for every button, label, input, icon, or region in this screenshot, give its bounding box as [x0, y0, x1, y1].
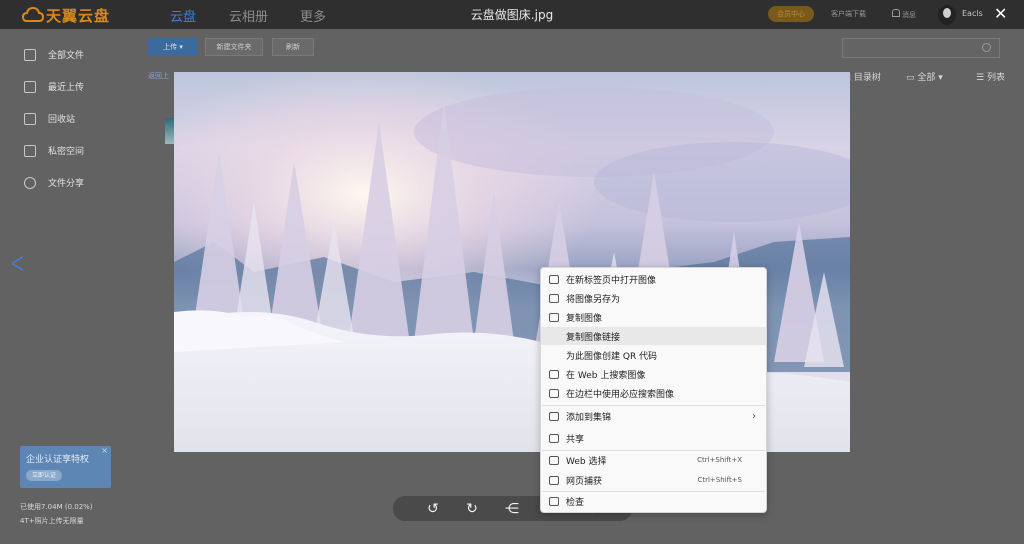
- sidebar-item-private-space[interactable]: 私密空间: [24, 144, 84, 157]
- rotate-left-icon[interactable]: ↺: [424, 500, 442, 518]
- back-link[interactable]: 返回上: [148, 71, 169, 81]
- user-name[interactable]: Eacls: [962, 9, 983, 18]
- messages-label: 消息: [902, 11, 916, 19]
- close-preview-icon[interactable]: ✕: [994, 4, 1007, 23]
- menu-item-web-select[interactable]: Web 选择 Ctrl+Shift+X: [541, 451, 766, 469]
- sidebar-item-recent-upload[interactable]: 最近上传: [24, 80, 84, 93]
- list-view-toggle[interactable]: ☰ 列表: [976, 70, 1005, 83]
- banner-title: 企业认证享特权: [26, 455, 90, 465]
- file-title: 云盘做图床.jpg: [470, 8, 554, 22]
- menu-item-label: 复制图像链接: [566, 332, 621, 343]
- sidebar-item-label: 最近上传: [48, 83, 85, 93]
- menu-separator: [542, 405, 765, 406]
- nav-cloud-disk[interactable]: 云盘: [170, 6, 196, 25]
- web-search-icon: [549, 369, 559, 379]
- vip-center-button[interactable]: 会员中心: [768, 6, 814, 22]
- menu-item-label: 在 Web 上搜索图像: [566, 370, 646, 381]
- sidebar-item-label: 私密空间: [48, 147, 85, 157]
- lock-icon: [24, 144, 36, 157]
- storage-used: 已使用7.04M (0.02%): [20, 503, 93, 511]
- share-icon: [24, 176, 36, 189]
- share-icon: [549, 433, 559, 443]
- preview-title-bar: 云盘做图床.jpg: [0, 6, 1024, 23]
- menu-item-inspect[interactable]: 检查: [541, 492, 766, 510]
- menu-item-shortcut: Ctrl+Shift+X: [697, 456, 742, 464]
- menu-item-label: 网页捕获: [566, 476, 603, 487]
- search-icon[interactable]: [982, 43, 991, 52]
- menu-item-open-new-tab[interactable]: 在新标签页中打开图像: [541, 270, 766, 288]
- menu-item-label: 将图像另存为: [566, 294, 621, 305]
- sidebar-item-file-share[interactable]: 文件分享: [24, 176, 84, 189]
- menu-item-search-web[interactable]: 在 Web 上搜索图像: [541, 365, 766, 383]
- top-bar: 天翼云盘 云盘 云相册 更多 云盘做图床.jpg 会员中心 客户端下载 消息 E…: [0, 0, 1024, 29]
- menu-item-create-qr-code[interactable]: 为此图像创建 QR 代码: [541, 346, 766, 364]
- certify-now-button[interactable]: 立即认证: [26, 470, 63, 481]
- copy-image-icon: [549, 312, 559, 322]
- search-input[interactable]: [842, 38, 1000, 58]
- recent-upload-icon: [24, 80, 36, 93]
- menu-item-label: 在新标签页中打开图像: [566, 275, 657, 286]
- open-new-tab-icon: [549, 274, 559, 284]
- trash-icon: [24, 112, 36, 125]
- sidebar-item-label: 回收站: [48, 115, 76, 125]
- menu-item-label: Web 选择: [566, 456, 607, 467]
- sidebar-item-label: 文件分享: [48, 179, 85, 189]
- avatar[interactable]: [938, 5, 956, 25]
- share-icon[interactable]: ⋲: [503, 500, 521, 518]
- refresh-button[interactable]: 刷新: [272, 38, 314, 56]
- nav-cloud-album[interactable]: 云相册: [229, 6, 268, 25]
- menu-item-label: 检查: [566, 497, 585, 508]
- menu-item-label: 复制图像: [566, 313, 603, 324]
- previous-image-icon[interactable]: <: [10, 246, 25, 281]
- menu-item-add-to-collections[interactable]: 添加到集锦 ›: [541, 407, 766, 425]
- chevron-down-icon: ▾: [935, 73, 943, 83]
- all-filter-label: 全部: [917, 73, 936, 83]
- all-filter-dropdown[interactable]: ▭ 全部 ▾: [906, 70, 943, 83]
- collections-icon: [549, 411, 559, 421]
- menu-item-shortcut: Ctrl+Shift+S: [697, 476, 742, 484]
- context-menu: 在新标签页中打开图像 将图像另存为 复制图像 复制图像链接 为此图像创建 QR …: [540, 267, 767, 513]
- logo-text: 天翼云盘: [46, 6, 111, 25]
- folder-icon: ▭: [906, 73, 918, 83]
- dir-tree-label: 目录树: [853, 73, 881, 83]
- chevron-right-icon: ›: [752, 410, 756, 422]
- rotate-right-icon[interactable]: ↻: [463, 500, 481, 518]
- cloud-logo-icon: [22, 7, 44, 22]
- client-download-link[interactable]: 客户端下载: [831, 9, 866, 19]
- menu-item-save-image-as[interactable]: 将图像另存为: [541, 289, 766, 307]
- menu-item-copy-image[interactable]: 复制图像: [541, 308, 766, 326]
- nav-more[interactable]: 更多: [300, 6, 326, 25]
- menu-item-label: 共享: [566, 434, 585, 445]
- menu-item-label: 添加到集锦: [566, 412, 612, 423]
- web-select-icon: [549, 455, 559, 465]
- file-icon: [24, 48, 36, 61]
- menu-item-share[interactable]: 共享: [541, 429, 766, 447]
- enterprise-banner[interactable]: 企业认证享特权 立即认证 ×: [20, 446, 111, 488]
- chevron-down-icon: ▾: [179, 43, 183, 51]
- sidebar-search-icon: [549, 388, 559, 398]
- list-icon: ☰: [976, 73, 987, 83]
- dir-tree-toggle[interactable]: ▯ 目录树: [846, 70, 881, 83]
- menu-item-label: 在边栏中使用必应搜索图像: [566, 389, 675, 400]
- inspect-icon: [549, 496, 559, 506]
- new-folder-button[interactable]: 新建文件夹: [205, 38, 263, 56]
- menu-item-copy-image-link[interactable]: 复制图像链接: [541, 327, 766, 345]
- upload-button[interactable]: 上传 ▾: [148, 38, 198, 56]
- bell-icon: [892, 9, 900, 17]
- menu-item-label: 为此图像创建 QR 代码: [566, 351, 658, 362]
- logo[interactable]: 天翼云盘: [22, 5, 110, 25]
- sidebar-item-all-files[interactable]: 全部文件: [24, 48, 84, 61]
- sidebar-item-label: 全部文件: [48, 51, 85, 61]
- messages-link[interactable]: 消息: [892, 9, 916, 20]
- list-view-label: 列表: [986, 73, 1005, 83]
- upload-label: 上传: [163, 43, 178, 51]
- menu-item-web-capture[interactable]: 网页捕获 Ctrl+Shift+S: [541, 471, 766, 489]
- capture-icon: [549, 475, 559, 485]
- save-image-icon: [549, 293, 559, 303]
- sidebar-item-recycle-bin[interactable]: 回收站: [24, 112, 75, 125]
- menu-item-sidebar-bing-search[interactable]: 在边栏中使用必应搜索图像: [541, 384, 766, 402]
- banner-close-icon[interactable]: ×: [101, 446, 108, 455]
- storage-plan[interactable]: 4T+照片上传无限量: [20, 516, 84, 526]
